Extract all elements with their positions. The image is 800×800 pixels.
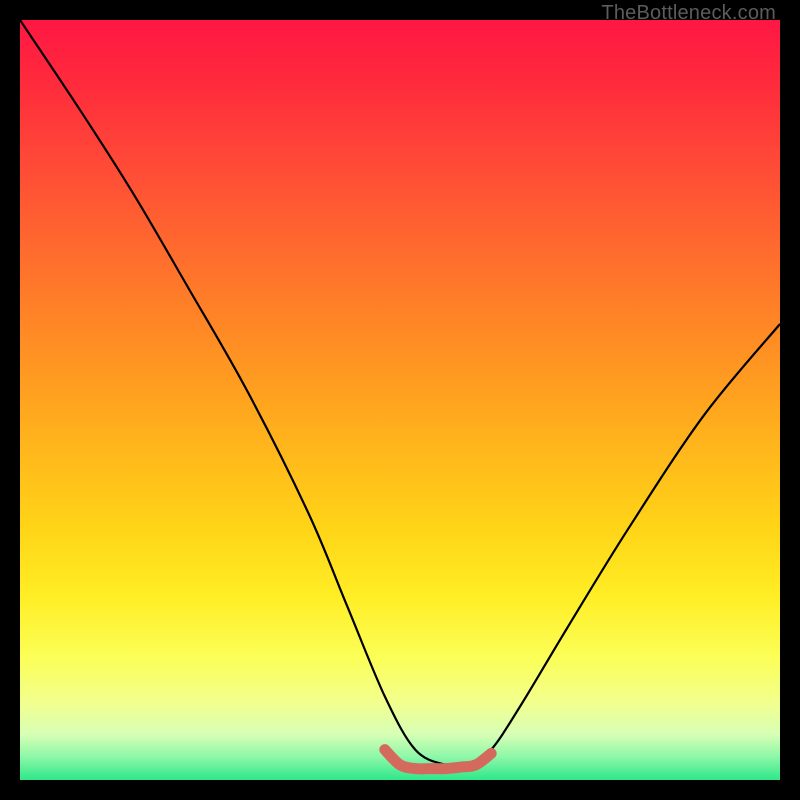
curve-layer <box>20 20 780 780</box>
plot-area <box>20 20 780 780</box>
bottleneck-curve-path <box>20 20 780 767</box>
optimal-band-path <box>385 750 491 769</box>
chart-frame: TheBottleneck.com <box>0 0 800 800</box>
